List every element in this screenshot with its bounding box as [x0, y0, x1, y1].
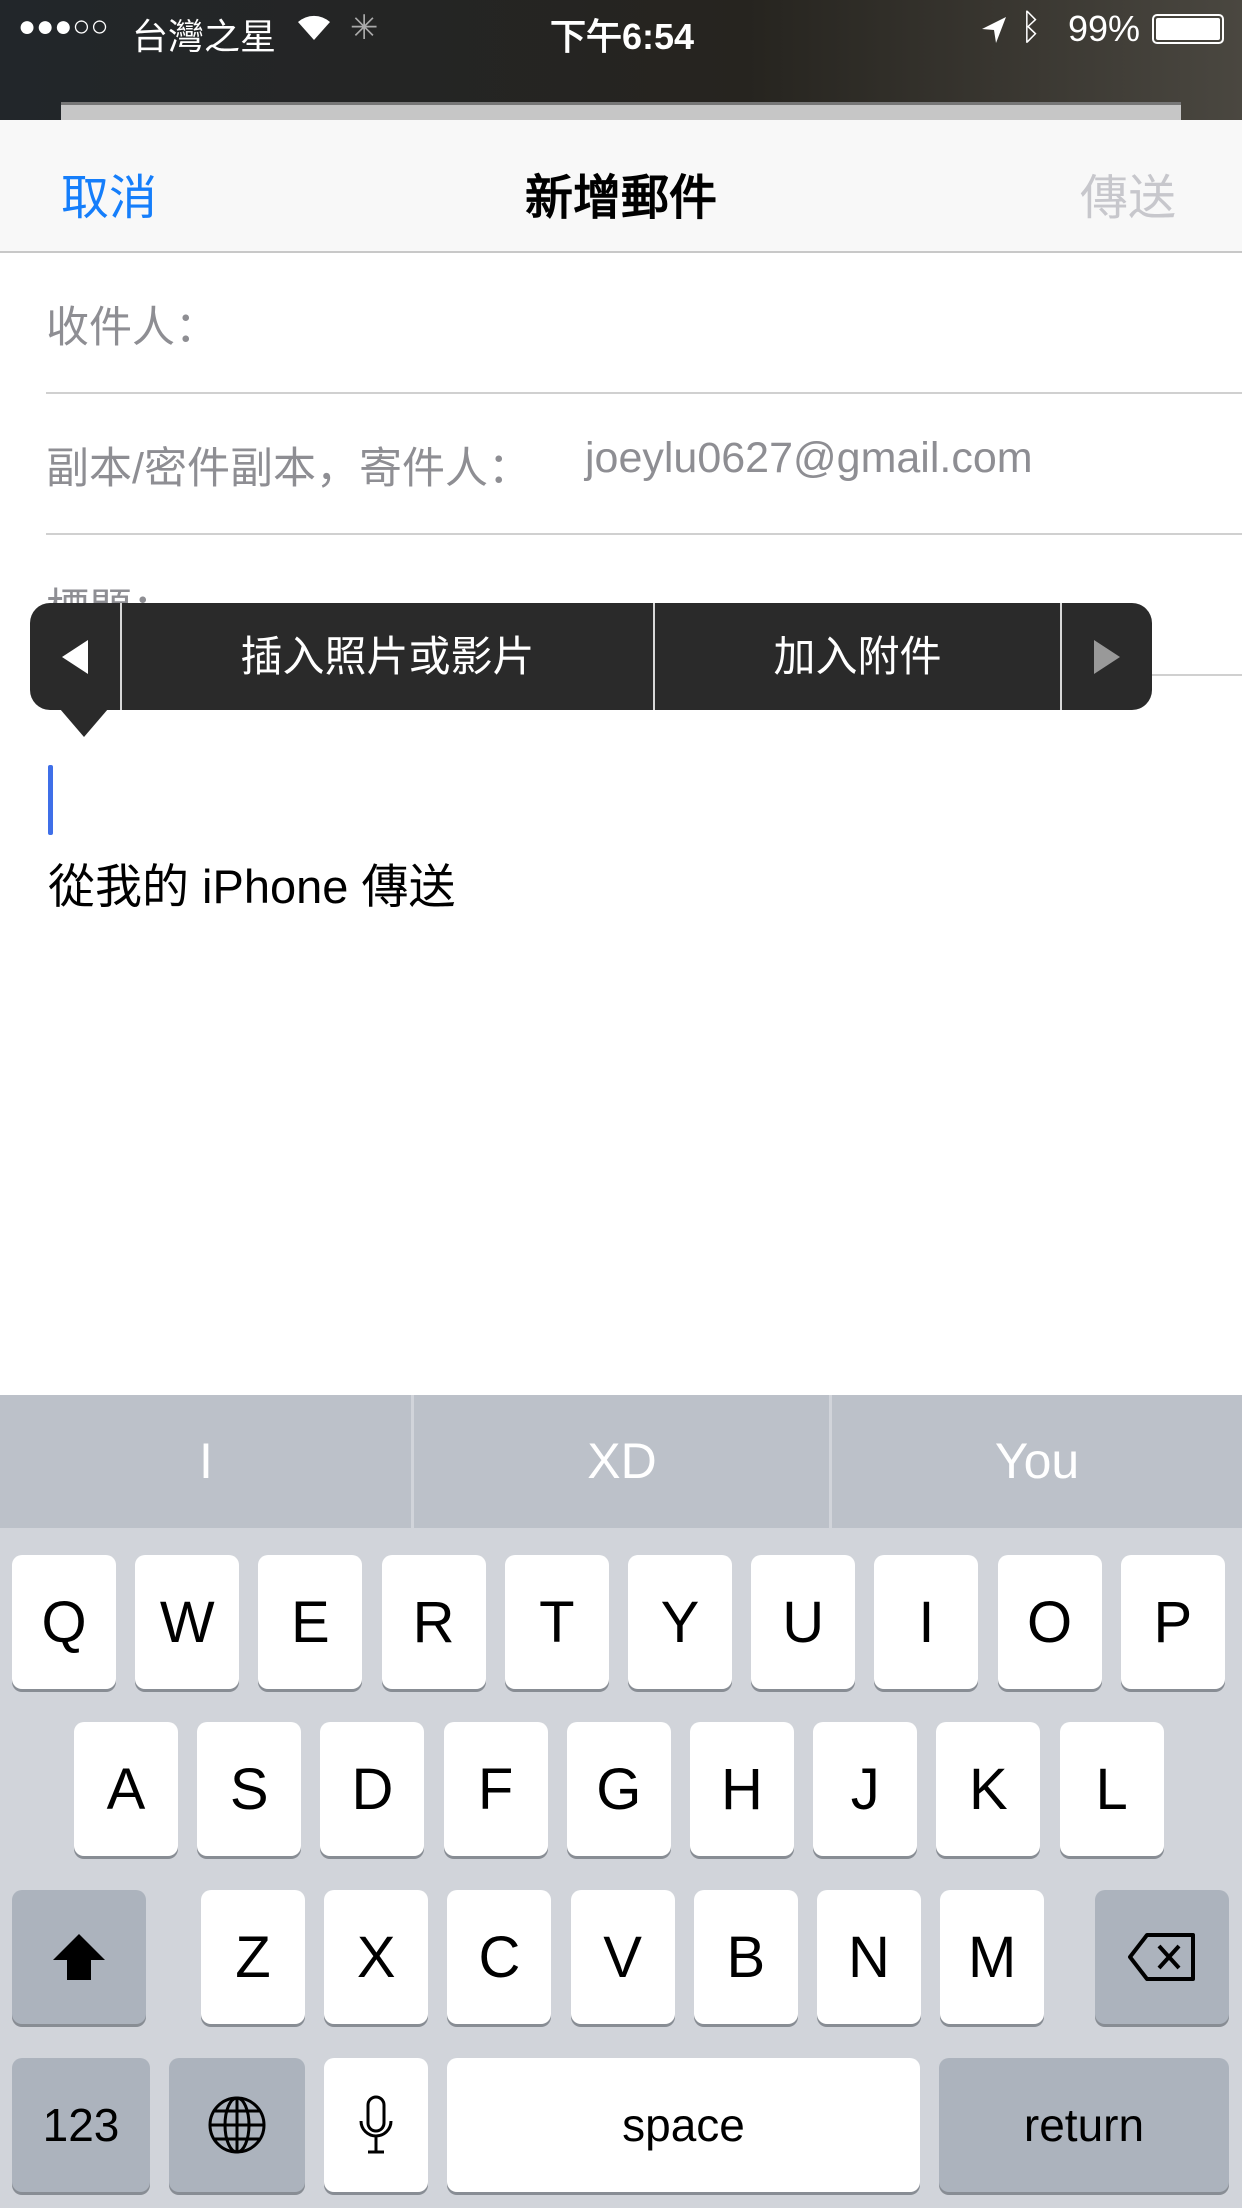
key-q[interactable]: Q [12, 1555, 116, 1689]
text-cursor [48, 765, 53, 835]
background-sheet [61, 102, 1181, 122]
key-d[interactable]: D [320, 1722, 425, 1856]
backspace-key[interactable] [1095, 1890, 1229, 2024]
keyboard: I XD You QWERTYUIOPASDFGHJKLZXCVBNM 123 … [0, 1395, 1242, 2208]
globe-icon [208, 2096, 266, 2154]
activity-spinner-icon: ✳ [350, 9, 379, 47]
carrier-name: 台灣之星 [132, 16, 277, 57]
key-o[interactable]: O [997, 1555, 1102, 1689]
battery-icon [1152, 14, 1224, 44]
numbers-key[interactable]: 123 [12, 2058, 150, 2192]
shift-icon [53, 1934, 105, 1980]
key-r[interactable]: R [381, 1555, 486, 1689]
predictive-bar: I XD You [0, 1395, 1242, 1528]
edit-menu-popup: 插入照片或影片 加入附件 [30, 603, 1152, 737]
page-title: 新增郵件 [524, 172, 717, 225]
key-i[interactable]: I [874, 1555, 979, 1689]
from-address[interactable]: joeylu0627@gmail.com [585, 434, 1033, 483]
suggestion-3[interactable]: You [832, 1395, 1242, 1528]
add-attachment-button[interactable]: 加入附件 [655, 603, 1060, 710]
key-k[interactable]: K [936, 1722, 1041, 1856]
to-label: 收件人： [46, 304, 218, 352]
key-w[interactable]: W [135, 1555, 240, 1689]
key-b[interactable]: B [693, 1890, 798, 2024]
cc-label: 副本/密件副本，寄件人： [46, 445, 531, 493]
key-n[interactable]: N [817, 1890, 921, 2024]
globe-key[interactable] [169, 2058, 305, 2192]
battery-percent: 99% [1068, 8, 1141, 49]
key-y[interactable]: Y [628, 1555, 732, 1689]
backspace-icon [1128, 1933, 1195, 1981]
email-signature[interactable]: 從我的 iPhone 傳送 [48, 848, 455, 917]
space-key[interactable]: space [447, 2058, 920, 2192]
return-key[interactable]: return [939, 2058, 1229, 2192]
signal-strength: ●●●○○ [18, 10, 109, 43]
previous-arrow-icon[interactable] [30, 603, 120, 710]
key-e[interactable]: E [258, 1555, 363, 1689]
to-field[interactable]: 收件人： [0, 253, 1242, 394]
bluetooth-icon: ᛒ [1020, 6, 1042, 47]
popup-pointer [60, 709, 108, 737]
microphone-icon [359, 2095, 393, 2154]
location-arrow-icon [980, 12, 1008, 54]
suggestion-2[interactable]: XD [414, 1395, 830, 1528]
key-f[interactable]: F [443, 1722, 548, 1856]
key-l[interactable]: L [1059, 1722, 1164, 1856]
key-s[interactable]: S [197, 1722, 302, 1856]
clock: 下午6:54 [550, 16, 695, 57]
navigation-bar: 取消 新增郵件 傳送 [0, 120, 1242, 253]
key-x[interactable]: X [324, 1890, 429, 2024]
key-h[interactable]: H [690, 1722, 794, 1856]
shift-key[interactable] [12, 1890, 146, 2024]
key-t[interactable]: T [504, 1555, 609, 1689]
key-g[interactable]: G [566, 1722, 671, 1856]
key-c[interactable]: C [447, 1890, 552, 2024]
send-button[interactable]: 傳送 [1080, 158, 1176, 228]
key-z[interactable]: Z [201, 1890, 305, 2024]
next-arrow-icon[interactable] [1062, 603, 1152, 710]
cc-bcc-from-field[interactable]: 副本/密件副本，寄件人： joeylu0627@gmail.com [0, 394, 1242, 535]
key-p[interactable]: P [1120, 1555, 1225, 1689]
key-j[interactable]: J [813, 1722, 918, 1856]
dictation-key[interactable] [324, 2058, 428, 2192]
key-v[interactable]: V [570, 1890, 675, 2024]
insert-photo-video-button[interactable]: 插入照片或影片 [122, 603, 653, 710]
wifi-icon [296, 10, 332, 50]
key-m[interactable]: M [940, 1890, 1045, 2024]
key-a[interactable]: A [74, 1722, 178, 1856]
suggestion-1[interactable]: I [0, 1395, 412, 1528]
key-u[interactable]: U [751, 1555, 856, 1689]
